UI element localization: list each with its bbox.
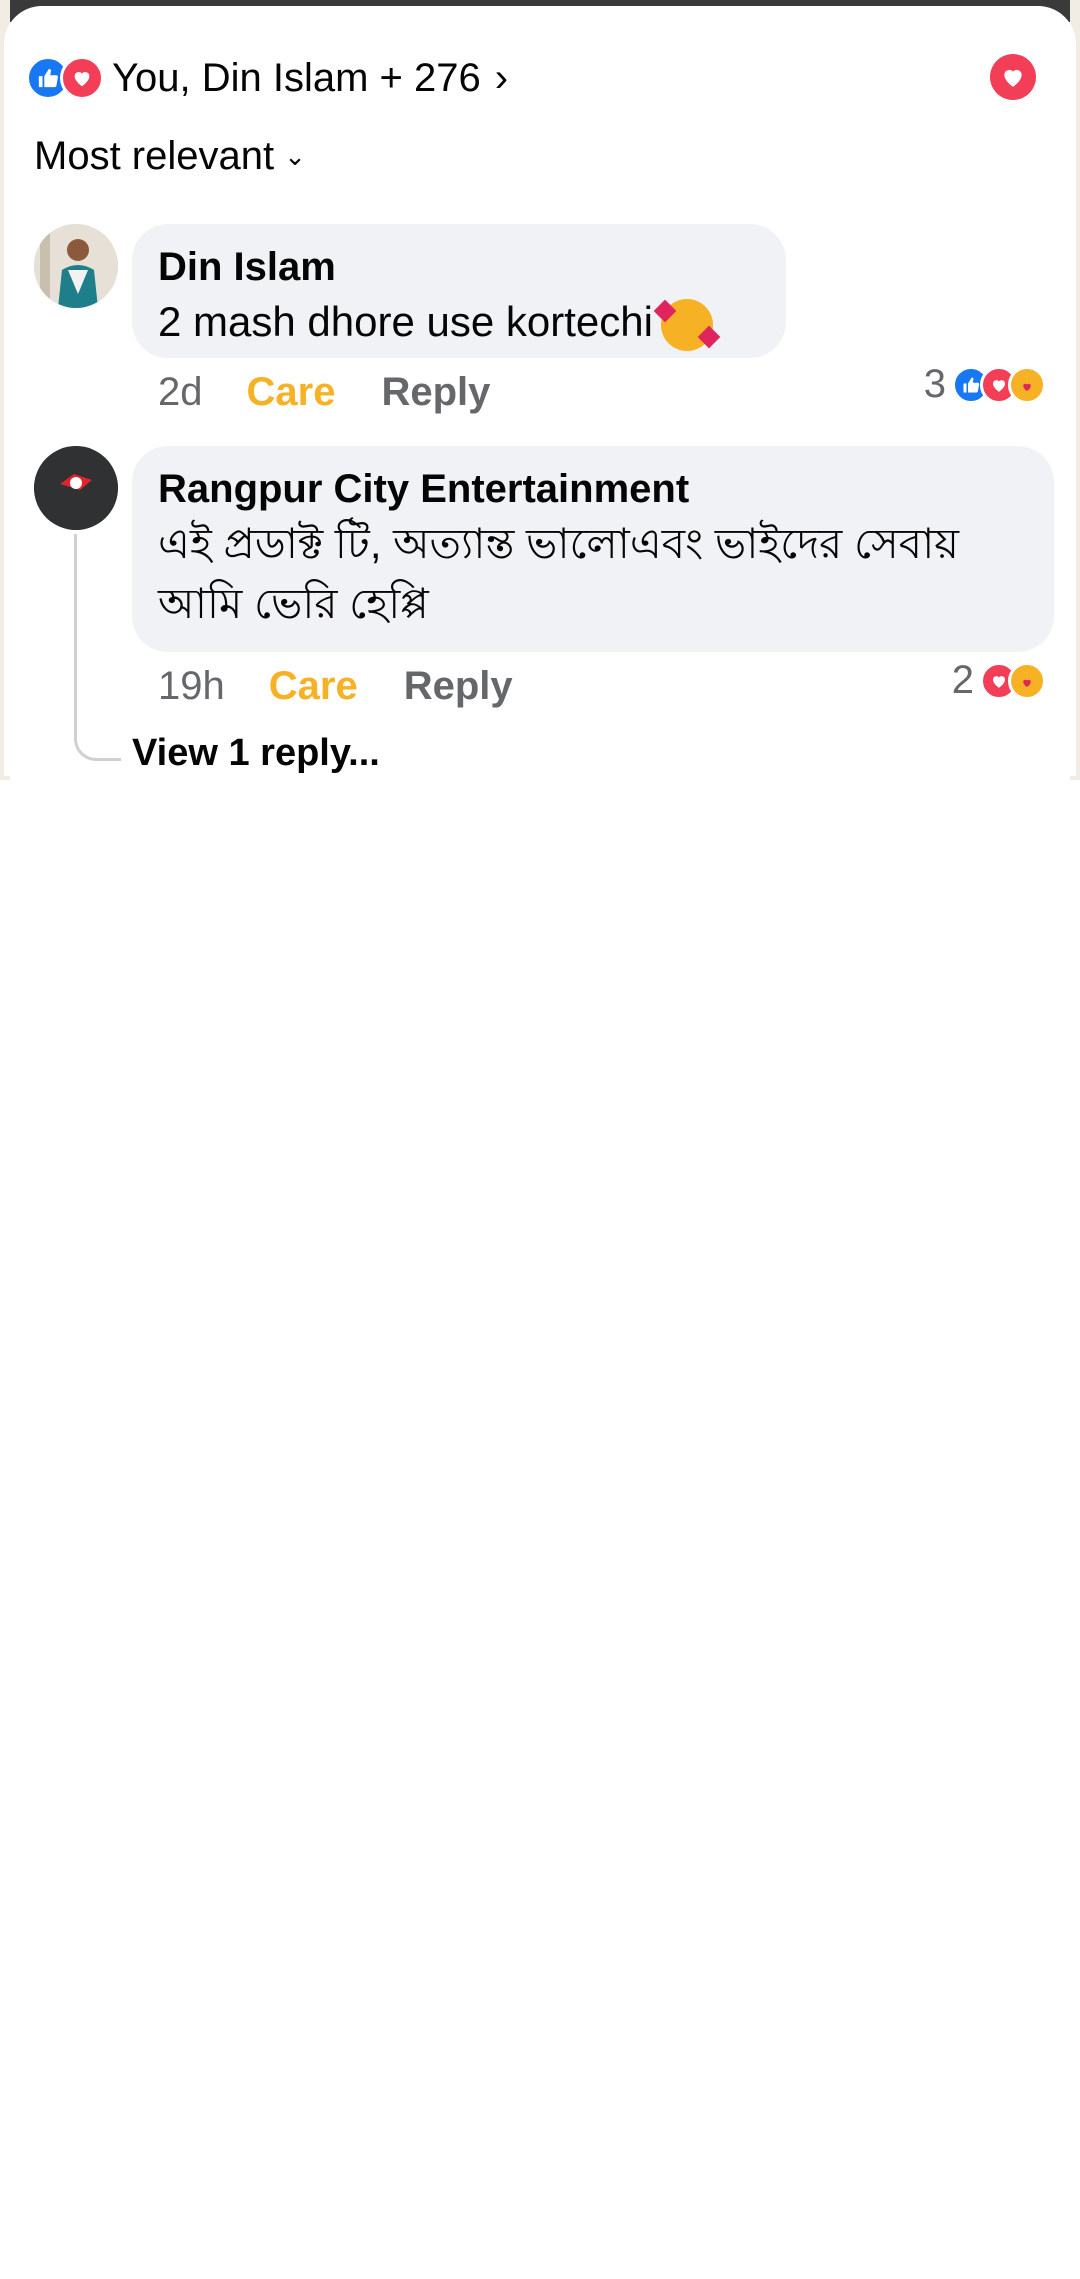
reply-thread-line: [74, 534, 121, 761]
care-icon: [1008, 661, 1046, 700]
reaction-count-number: 2: [951, 658, 974, 702]
comment-text: এই প্রডাক্ট টি, অত্যান্ত ভালোএবং ভাইদের …: [158, 520, 960, 627]
comment-actions: 2d Care Reply: [158, 370, 490, 415]
avatar[interactable]: [34, 446, 118, 530]
sort-label: Most relevant: [34, 134, 275, 178]
comment-bubble[interactable]: Rangpur City Entertainment এই প্রডাক্ট ট…: [132, 446, 1054, 652]
comment-bubble[interactable]: Din Islam 2 mash dhore use kortechi: [132, 224, 786, 358]
reactions-summary-text: You, Din Islam + 276: [112, 55, 481, 100]
comment-time: 2d: [158, 370, 203, 414]
love-icon: [60, 56, 104, 100]
smiling-face-with-hearts-icon: [653, 298, 721, 351]
reaction-count-number: 3: [923, 362, 946, 406]
comment-reaction-count[interactable]: 2: [952, 658, 1046, 703]
comment-author[interactable]: Rangpur City Entertainment: [158, 466, 1028, 512]
reply-button[interactable]: Reply: [381, 370, 490, 415]
comment-time: 19h: [158, 664, 225, 708]
reply-button[interactable]: Reply: [404, 664, 513, 709]
reactions-summary[interactable]: You, Din Islam + 276 ›: [26, 52, 508, 104]
comment-body: 2 mash dhore use kortechi: [158, 298, 653, 345]
view-replies-link[interactable]: View 1 reply...: [132, 732, 380, 775]
comment-text: 2 mash dhore use kortechi: [158, 292, 760, 352]
chevron-right-icon: ›: [494, 55, 509, 100]
avatar[interactable]: [34, 224, 118, 308]
comment-actions: 19h Care Reply: [158, 664, 513, 709]
love-react-button[interactable]: [990, 54, 1036, 100]
care-icon: [1008, 365, 1046, 404]
chevron-down-icon: ⌄: [284, 141, 306, 171]
care-reaction-button[interactable]: Care: [269, 664, 358, 709]
comment-reaction-count[interactable]: 3: [924, 362, 1046, 407]
sort-dropdown[interactable]: Most relevant ⌄: [34, 134, 306, 179]
comment-author[interactable]: Din Islam: [158, 244, 760, 290]
care-reaction-button[interactable]: Care: [247, 370, 336, 415]
comments-sheet: You, Din Islam + 276 › Most relevant ⌄ D…: [4, 6, 1076, 776]
